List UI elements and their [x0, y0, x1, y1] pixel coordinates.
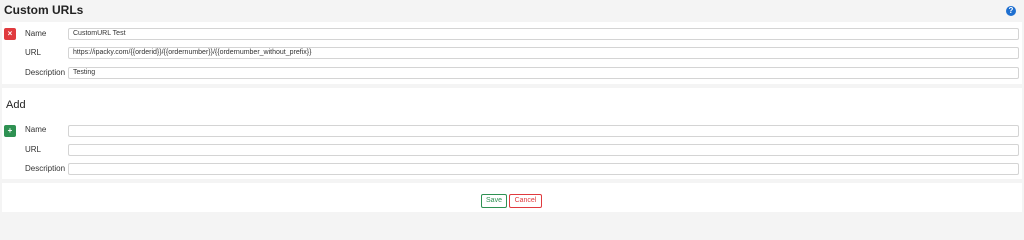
save-button[interactable]: Save [481, 194, 507, 208]
name-field[interactable]: CustomURL Test [68, 28, 1019, 40]
new-description-field[interactable] [68, 163, 1019, 175]
url-label: URL [25, 48, 42, 57]
new-description-label: Description [25, 164, 66, 173]
name-label: Name [25, 29, 47, 38]
help-icon[interactable]: ? [1006, 6, 1016, 16]
new-name-label: Name [25, 125, 47, 134]
add-entry-button[interactable]: + [4, 125, 16, 137]
remove-entry-button[interactable]: × [4, 28, 16, 40]
new-name-field[interactable] [68, 125, 1019, 137]
add-section-title: Add [6, 99, 26, 111]
cancel-button[interactable]: Cancel [509, 194, 542, 208]
url-field[interactable]: https://ipacky.com/{{orderid}}/{{ordernu… [68, 47, 1019, 59]
footer-divider [2, 179, 1022, 183]
description-label: Description [25, 68, 66, 77]
description-field[interactable]: Testing [68, 67, 1019, 79]
section-divider [2, 84, 1022, 88]
new-url-label: URL [25, 145, 42, 154]
page-header: Custom URLs ? [0, 0, 1024, 20]
new-url-field[interactable] [68, 144, 1019, 156]
page-title: Custom URLs [4, 3, 84, 17]
